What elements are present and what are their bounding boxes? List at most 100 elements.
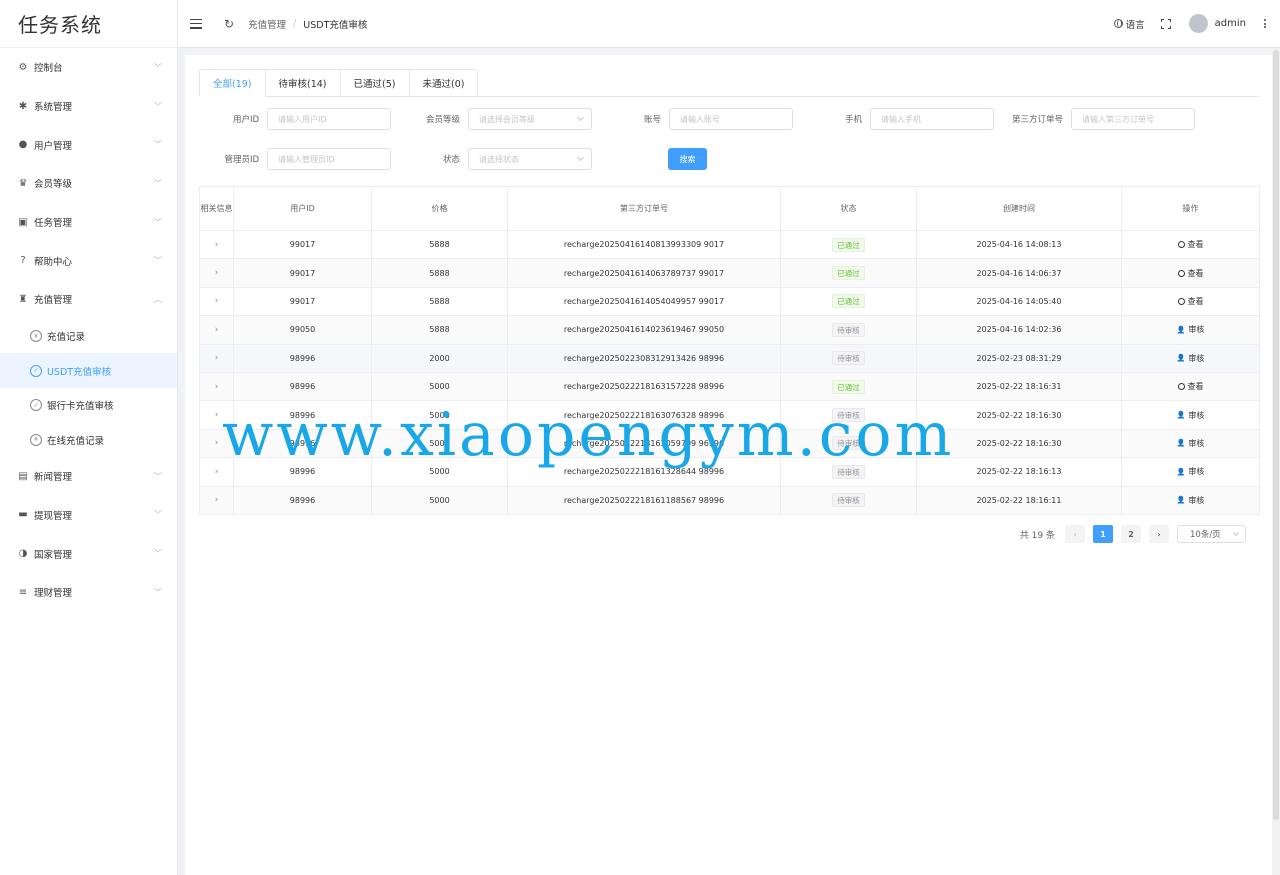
tab-1[interactable]: 待审核(14) bbox=[264, 69, 340, 97]
expand-cell[interactable]: › bbox=[199, 258, 234, 288]
review-button[interactable]: 👤 审核 bbox=[1177, 438, 1205, 449]
refresh-icon[interactable]: ↻ bbox=[224, 17, 234, 31]
sidebar-item-3[interactable]: ♛ 会员等级 ﹀ bbox=[0, 164, 177, 203]
expand-cell[interactable]: › bbox=[199, 315, 234, 345]
expand-cell[interactable]: › bbox=[199, 457, 234, 487]
review-button[interactable]: 👤 审核 bbox=[1177, 410, 1205, 421]
sidebar-item-2[interactable]: ● 用户管理 ﹀ bbox=[0, 125, 177, 164]
next-page-button[interactable]: › bbox=[1149, 525, 1169, 543]
page-size-select[interactable]: 10条/页 bbox=[1177, 525, 1246, 543]
view-button[interactable]: 查看 bbox=[1177, 296, 1204, 307]
page-1-button[interactable]: 1 bbox=[1093, 525, 1113, 543]
globe-icon: ◑ bbox=[18, 548, 28, 560]
sidebar-item-9[interactable]: ◑ 国家管理 ﹀ bbox=[0, 534, 177, 573]
cell-price: 5888 bbox=[371, 286, 508, 317]
sidebar-item-6[interactable]: ♜ 充值管理 ︿ bbox=[0, 280, 177, 319]
sidebar-item-7[interactable]: ▤ 新闻管理 ﹀ bbox=[0, 457, 177, 496]
chevron-right-icon[interactable]: › bbox=[215, 495, 219, 505]
sidebar-item-label: 任务管理 bbox=[34, 218, 73, 230]
chevron-right-icon[interactable]: › bbox=[215, 410, 219, 420]
scrollbar-thumb[interactable] bbox=[1273, 50, 1279, 820]
view-button[interactable]: 查看 bbox=[1177, 239, 1204, 250]
expand-cell[interactable]: › bbox=[199, 229, 234, 260]
globe-icon bbox=[1113, 19, 1123, 28]
view-button[interactable]: 查看 bbox=[1177, 268, 1204, 279]
sidebar-subitem-1[interactable]: ✓ USDT充值审核 bbox=[0, 353, 177, 388]
prev-page-button[interactable]: ‹ bbox=[1065, 525, 1085, 543]
cell-price: 5000 bbox=[371, 371, 508, 402]
user-icon: 👤 bbox=[1176, 439, 1186, 448]
tab-2[interactable]: 已通过(5) bbox=[339, 69, 409, 97]
avatar[interactable] bbox=[1188, 14, 1208, 33]
breadcrumb-item-recharge[interactable]: 充值管理 bbox=[248, 17, 286, 31]
expand-cell[interactable]: › bbox=[199, 400, 234, 430]
chevron-right-icon[interactable]: › bbox=[215, 438, 219, 448]
sidebar-subitem-0[interactable]: ¥ 充值记录 bbox=[0, 319, 177, 354]
username[interactable]: admin bbox=[1215, 18, 1246, 29]
sidebar-item-4[interactable]: ▣ 任务管理 ﹀ bbox=[0, 203, 177, 242]
tab-0[interactable]: 全部(19) bbox=[199, 69, 265, 97]
user-icon: ● bbox=[18, 139, 28, 151]
fullscreen-icon[interactable] bbox=[1160, 18, 1171, 29]
sidebar-item-5[interactable]: ? 帮助中心 ﹀ bbox=[0, 241, 177, 280]
expand-cell[interactable]: › bbox=[199, 343, 234, 373]
member-level-select[interactable]: 请选择会员等级 bbox=[468, 108, 592, 130]
col-action: 操作 bbox=[1121, 186, 1260, 231]
sidebar-item-1[interactable]: ✱ 系统管理 ﹀ bbox=[0, 87, 177, 126]
account-input[interactable]: 请输入账号 bbox=[669, 108, 793, 130]
question-icon: ? bbox=[20, 255, 26, 267]
sidebar-item-8[interactable]: ▬ 提现管理 ﹀ bbox=[0, 496, 177, 535]
chevron-right-icon[interactable]: › bbox=[215, 353, 219, 363]
sidebar-subitem-3[interactable]: ¥ 在线充值记录 bbox=[0, 422, 177, 457]
review-button[interactable]: 👤 审核 bbox=[1177, 466, 1205, 477]
tab-3[interactable]: 未通过(0) bbox=[408, 69, 479, 97]
page-2-button[interactable]: 2 bbox=[1121, 525, 1141, 543]
table-row: › 99017 5888 recharge20250416140813993309 9… bbox=[199, 229, 1260, 260]
header-actions: 语言 admin bbox=[1113, 14, 1266, 33]
chevron-right-icon[interactable]: › bbox=[215, 382, 219, 392]
status-select[interactable]: 请选择状态 bbox=[468, 148, 592, 170]
app-logo: 任务系统 bbox=[0, 0, 177, 48]
sidebar-item-10[interactable]: ≡ 理财管理 ﹀ bbox=[0, 573, 177, 612]
expand-cell[interactable]: › bbox=[199, 286, 234, 317]
account-label: 账号 bbox=[643, 115, 661, 125]
chevron-right-icon[interactable]: › bbox=[215, 467, 219, 477]
phone-input[interactable]: 请输入手机 bbox=[870, 108, 994, 130]
chevron-right-icon[interactable]: › bbox=[215, 268, 219, 278]
status-badge: 待审核 bbox=[832, 408, 865, 423]
chevron-down-icon: ﹀ bbox=[154, 140, 162, 150]
sidebar-item-0[interactable]: ⚙ 控制台 ﹀ bbox=[0, 48, 177, 87]
search-icon bbox=[1177, 297, 1185, 305]
review-button[interactable]: 👤 审核 bbox=[1177, 324, 1205, 335]
clipboard-icon: ▣ bbox=[18, 216, 28, 228]
review-button[interactable]: 👤 审核 bbox=[1177, 495, 1205, 506]
admin-id-label: 管理员ID bbox=[224, 155, 259, 165]
sidebar-subitem-label: 银行卡充值审核 bbox=[47, 401, 114, 413]
sidebar-subitem-2[interactable]: ✓ 银行卡充值审核 bbox=[0, 388, 177, 423]
user-icon: 👤 bbox=[1176, 496, 1186, 505]
admin-id-input[interactable]: 请输入管理员ID bbox=[267, 148, 391, 170]
menu-toggle-icon[interactable] bbox=[190, 18, 202, 29]
expand-cell[interactable]: › bbox=[199, 371, 234, 402]
review-button[interactable]: 👤 审核 bbox=[1177, 353, 1205, 364]
chevron-right-icon[interactable]: › bbox=[215, 296, 219, 306]
cell-created: 2025-04-16 14:05:40 bbox=[916, 286, 1122, 317]
more-vertical-icon[interactable] bbox=[1264, 19, 1266, 28]
cell-created: 2025-02-22 18:16:31 bbox=[916, 371, 1122, 402]
chevron-down-icon: ﹀ bbox=[154, 587, 162, 597]
sidebar-subitem-label: USDT充值审核 bbox=[47, 366, 112, 378]
view-button[interactable]: 查看 bbox=[1177, 381, 1204, 392]
user-id-input[interactable]: 请输入用户ID bbox=[267, 108, 391, 130]
search-button[interactable]: 搜索 bbox=[668, 148, 707, 170]
language-switcher[interactable]: 语言 bbox=[1113, 17, 1145, 31]
page-scrollbar[interactable] bbox=[1272, 48, 1280, 875]
chevron-right-icon[interactable]: › bbox=[215, 325, 219, 335]
third-order-input[interactable]: 请输入第三方订单号 bbox=[1071, 108, 1195, 130]
chevron-right-icon[interactable]: › bbox=[215, 240, 219, 250]
chevron-down-icon: ﹀ bbox=[154, 217, 162, 227]
cell-order-no: recharge20250416140813993309 9017 bbox=[507, 229, 781, 260]
expand-cell[interactable]: › bbox=[199, 485, 234, 515]
expand-cell[interactable]: › bbox=[199, 428, 234, 459]
cell-status: 待审核 bbox=[780, 400, 917, 430]
action-label: 审核 bbox=[1188, 438, 1205, 448]
